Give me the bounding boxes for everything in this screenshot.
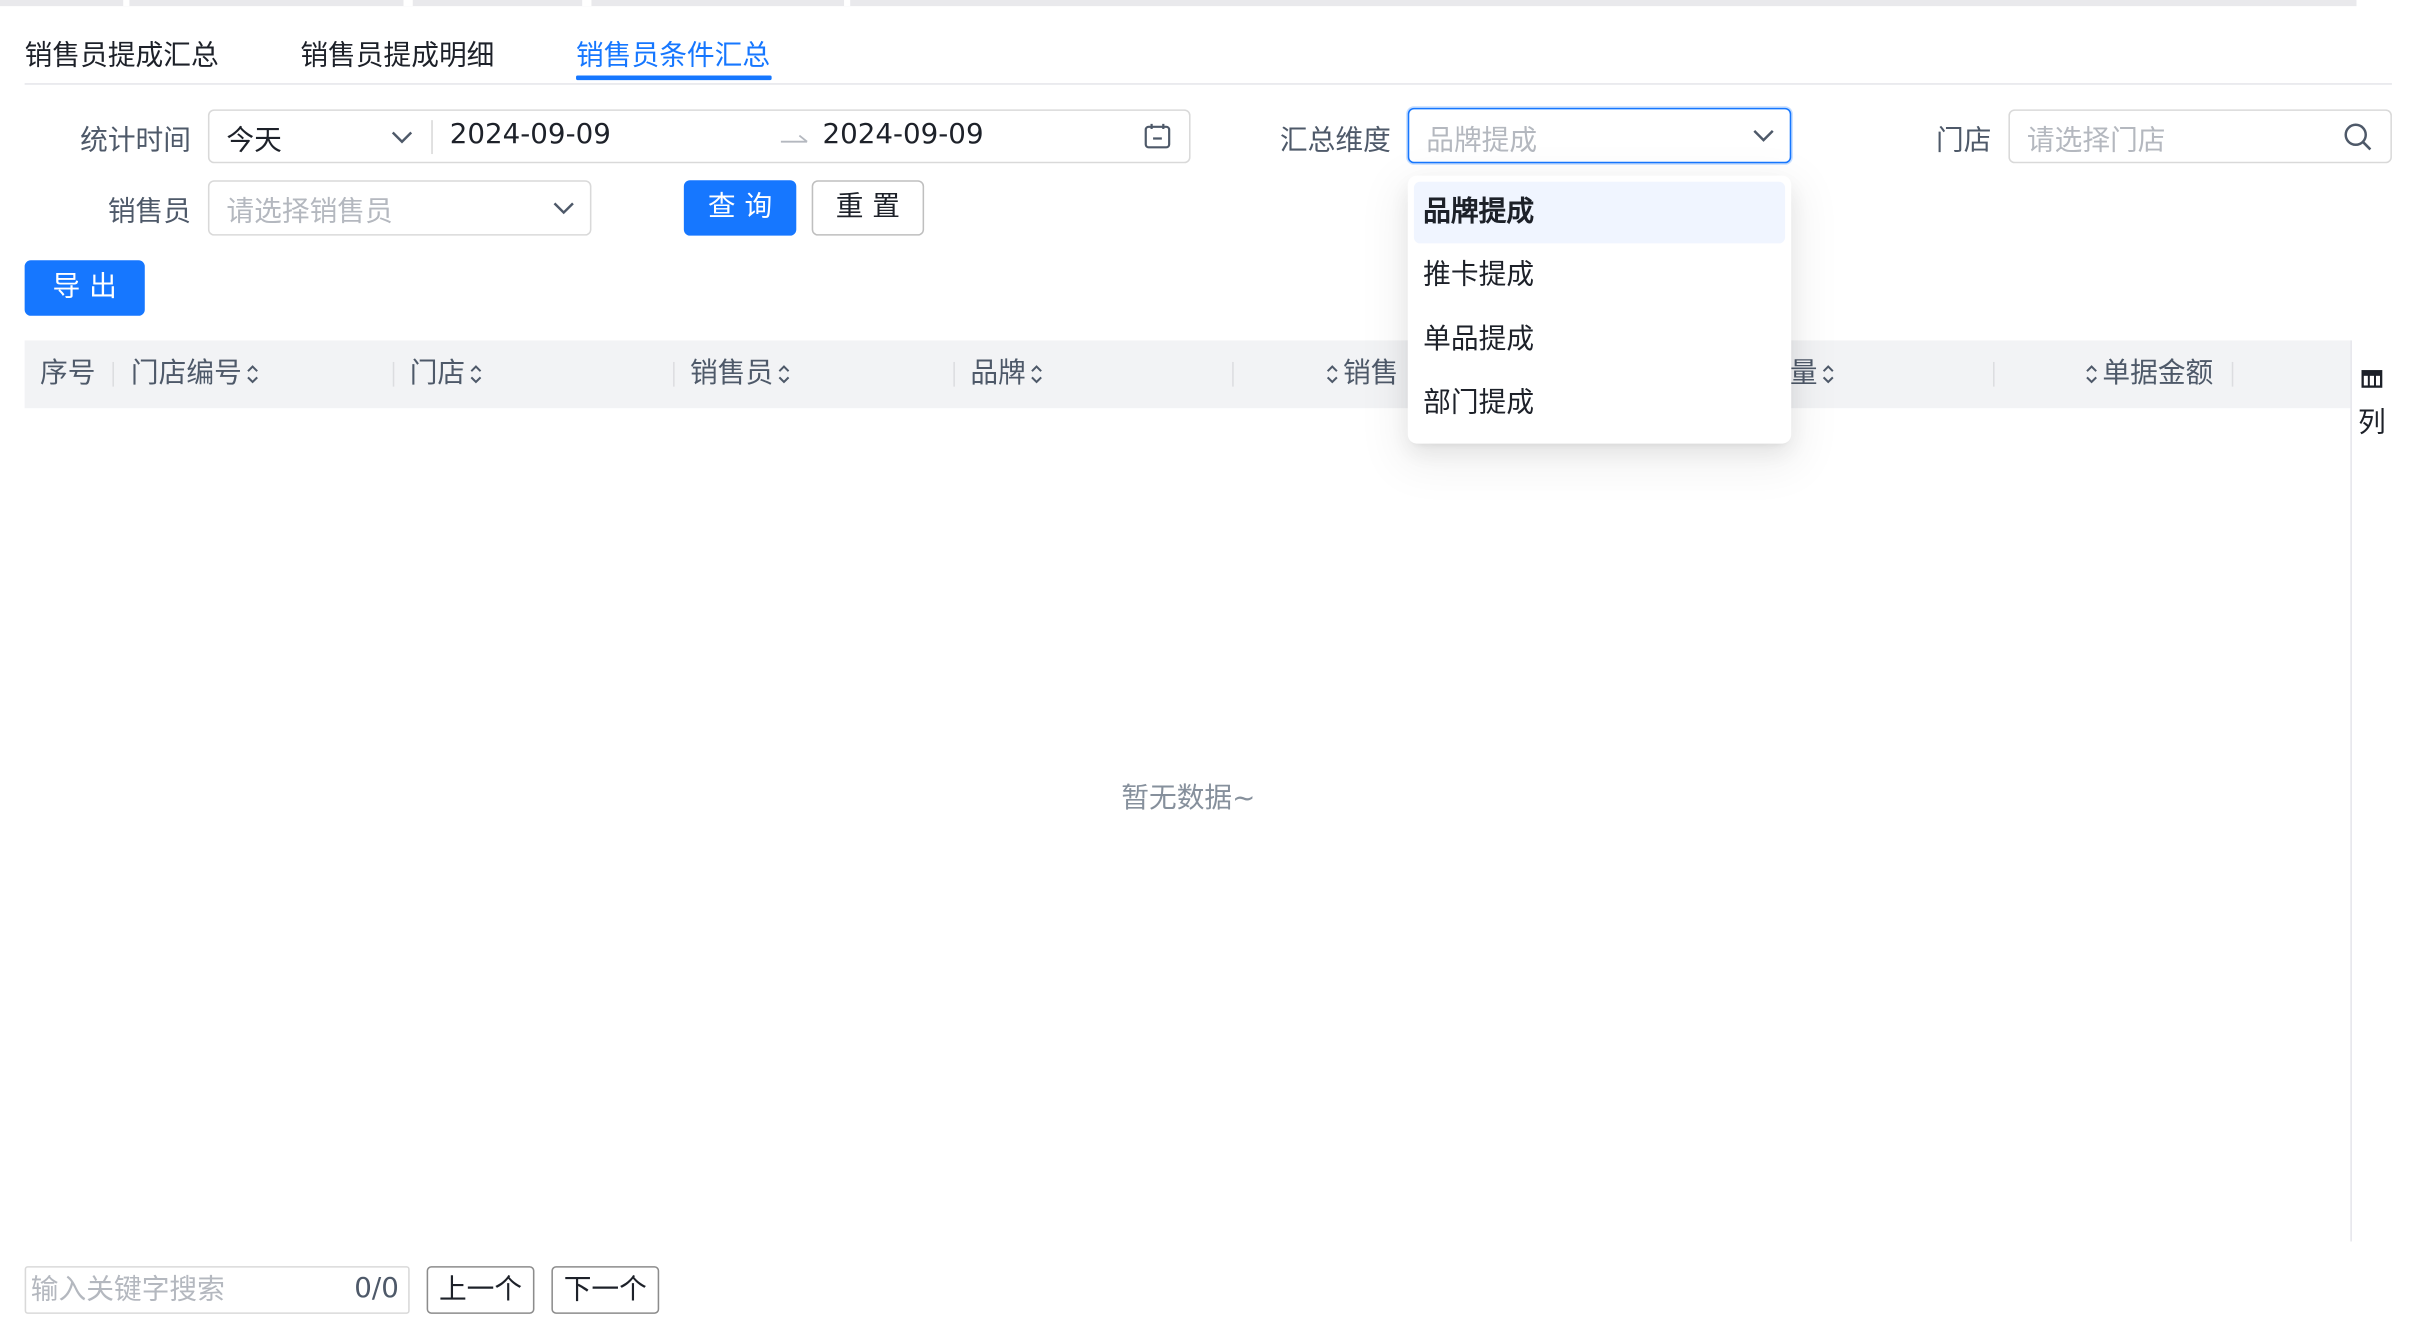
salesperson-placeholder: 请选择销售员	[226, 195, 393, 228]
column-header-store[interactable]: 门店	[410, 340, 484, 408]
column-header-quantity[interactable]: 量	[1790, 340, 1836, 408]
sort-icon[interactable]	[1821, 360, 1836, 388]
salesperson-header-label: 销售员	[690, 357, 774, 390]
tab-salesperson-commission-detail[interactable]: 销售员提成明细	[300, 34, 494, 74]
chevron-down-icon[interactable]	[390, 129, 415, 144]
sort-icon[interactable]	[245, 360, 260, 388]
store-code-header-label: 门店编号	[130, 357, 242, 390]
columns-icon[interactable]	[2361, 370, 2383, 388]
tab-salesperson-condition-summary[interactable]: 销售员条件汇总	[576, 34, 770, 74]
search-match-count: 0/0	[354, 1272, 399, 1305]
column-header-index: 序号	[40, 357, 96, 390]
column-divider	[112, 361, 114, 387]
sort-icon[interactable]	[776, 360, 791, 388]
tab-salesperson-commission-summary[interactable]: 销售员提成汇总	[25, 34, 219, 74]
chevron-down-icon[interactable]	[1751, 128, 1776, 143]
dropdown-option-department-commission[interactable]: 部门提成	[1414, 373, 1785, 435]
table-header	[24, 340, 2352, 409]
column-divider	[1232, 361, 1234, 387]
doc-amount-header-label: 单据金额	[2102, 357, 2214, 390]
sort-icon[interactable]	[468, 360, 483, 388]
export-button[interactable]: 导 出	[24, 260, 145, 316]
store-label: 门店	[1936, 124, 1992, 158]
column-header-salesperson[interactable]: 销售员	[690, 340, 792, 408]
calendar-icon[interactable]	[1143, 122, 1172, 151]
store-placeholder: 请选择门店	[2026, 124, 2166, 158]
column-divider	[953, 361, 955, 387]
next-match-button[interactable]: 下一个	[551, 1266, 660, 1314]
sort-icon[interactable]	[1029, 360, 1044, 388]
sort-icon[interactable]	[2084, 360, 2099, 388]
search-icon[interactable]	[2343, 122, 2374, 153]
previous-match-button[interactable]: 上一个	[426, 1266, 535, 1314]
summary-dimension-value: 品牌提成	[1426, 124, 1538, 158]
date-range-picker[interactable]	[207, 109, 1191, 164]
column-divider	[1993, 361, 1995, 387]
start-date-input[interactable]: 2024-09-09	[450, 119, 611, 151]
query-button[interactable]: 查 询	[683, 180, 797, 236]
column-header-store-code[interactable]: 门店编号	[131, 340, 260, 408]
column-header-doc-amount[interactable]: 单据金额	[2084, 340, 2213, 408]
sales-header-label: 销售	[1343, 357, 1399, 390]
period-divider	[431, 120, 433, 155]
summary-dimension-dropdown: 品牌提成 推卡提成 单品提成 部门提成	[1407, 175, 1792, 444]
column-divider	[673, 361, 675, 387]
quantity-header-label: 量	[1789, 357, 1818, 390]
salesperson-label: 销售员	[107, 195, 191, 228]
stat-time-label: 统计时间	[80, 124, 191, 158]
chevron-down-icon[interactable]	[551, 200, 576, 215]
keyword-search-input[interactable]	[30, 1272, 339, 1308]
empty-state-text: 暂无数据~	[1121, 782, 1256, 815]
dropdown-option-single-item-commission[interactable]: 单品提成	[1414, 310, 1785, 372]
dropdown-option-brand-commission[interactable]: 品牌提成	[1413, 181, 1786, 244]
dropdown-option-card-commission[interactable]: 推卡提成	[1414, 245, 1785, 307]
end-date-input[interactable]: 2024-09-09	[822, 119, 983, 151]
active-tab-indicator	[576, 75, 772, 81]
column-header-brand[interactable]: 品牌	[970, 340, 1044, 408]
column-settings-panel	[2350, 340, 2396, 1242]
period-select-value[interactable]: 今天	[226, 119, 281, 159]
column-header-sales[interactable]: 销售	[1325, 340, 1399, 408]
sort-icon[interactable]	[1325, 360, 1340, 388]
column-divider	[392, 361, 395, 387]
column-divider	[2231, 361, 2234, 387]
brand-header-label: 品牌	[970, 357, 1026, 390]
column-settings-button[interactable]: 列	[2358, 400, 2386, 440]
summary-dimension-label: 汇总维度	[1279, 124, 1391, 158]
reset-button[interactable]: 重 置	[811, 180, 925, 236]
store-header-label: 门店	[409, 357, 466, 390]
arrow-right-icon	[780, 134, 808, 143]
